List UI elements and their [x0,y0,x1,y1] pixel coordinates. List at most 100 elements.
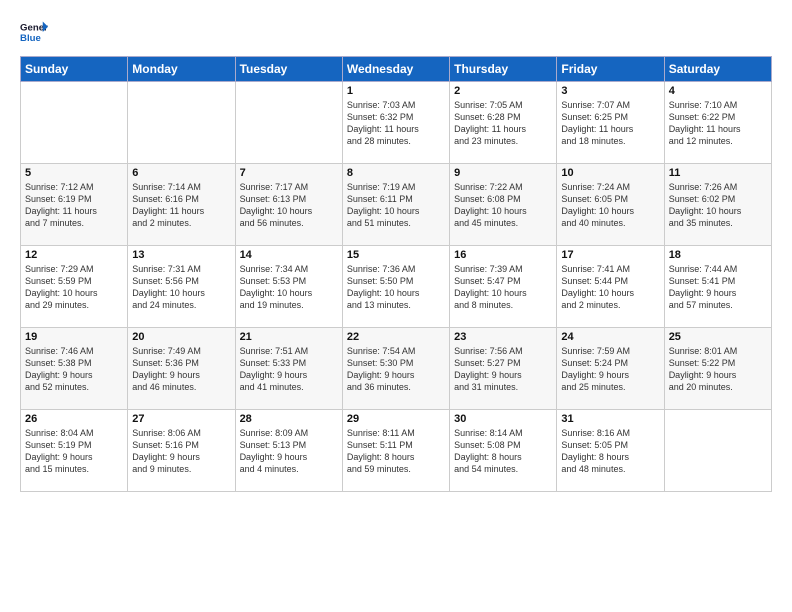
calendar-header: General Blue [20,18,772,46]
day-number: 16 [454,249,552,261]
calendar-cell: 7 Sunrise: 7:17 AM Sunset: 6:13 PM Daylig… [235,164,342,246]
cell-info: Sunrise: 7:03 AM Sunset: 6:32 PM Dayligh… [347,99,445,148]
calendar-cell: 28 Sunrise: 8:09 AM Sunset: 5:13 PM Dayli… [235,410,342,492]
cell-info: Sunrise: 7:41 AM Sunset: 5:44 PM Dayligh… [561,263,659,312]
calendar-cell [21,82,128,164]
cell-info: Sunrise: 7:17 AM Sunset: 6:13 PM Dayligh… [240,181,338,230]
weekday-thursday: Thursday [450,57,557,82]
day-number: 24 [561,331,659,343]
cell-info: Sunrise: 7:10 AM Sunset: 6:22 PM Dayligh… [669,99,767,148]
week-row-0: 1 Sunrise: 7:03 AM Sunset: 6:32 PM Daylig… [21,82,772,164]
cell-info: Sunrise: 7:31 AM Sunset: 5:56 PM Dayligh… [132,263,230,312]
calendar-cell: 23 Sunrise: 7:56 AM Sunset: 5:27 PM Dayli… [450,328,557,410]
day-number: 31 [561,413,659,425]
calendar-cell: 27 Sunrise: 8:06 AM Sunset: 5:16 PM Dayli… [128,410,235,492]
cell-info: Sunrise: 7:19 AM Sunset: 6:11 PM Dayligh… [347,181,445,230]
cell-info: Sunrise: 7:26 AM Sunset: 6:02 PM Dayligh… [669,181,767,230]
day-number: 26 [25,413,123,425]
cell-info: Sunrise: 8:04 AM Sunset: 5:19 PM Dayligh… [25,427,123,476]
calendar-cell: 17Sunrise: 7:41 AM Sunset: 5:44 PM Dayli… [557,246,664,328]
calendar-cell: 10Sunrise: 7:24 AM Sunset: 6:05 PM Dayli… [557,164,664,246]
day-number: 20 [132,331,230,343]
cell-info: Sunrise: 7:59 AM Sunset: 5:24 PM Dayligh… [561,345,659,394]
calendar-cell: 1 Sunrise: 7:03 AM Sunset: 6:32 PM Daylig… [342,82,449,164]
calendar-cell: 22Sunrise: 7:54 AM Sunset: 5:30 PM Dayli… [342,328,449,410]
week-row-2: 12Sunrise: 7:29 AM Sunset: 5:59 PM Dayli… [21,246,772,328]
weekday-sunday: Sunday [21,57,128,82]
calendar-cell: 14 Sunrise: 7:34 AM Sunset: 5:53 PM Dayli… [235,246,342,328]
day-number: 29 [347,413,445,425]
calendar-cell: 19Sunrise: 7:46 AM Sunset: 5:38 PM Dayli… [21,328,128,410]
cell-info: Sunrise: 8:11 AM Sunset: 5:11 PM Dayligh… [347,427,445,476]
week-row-3: 19Sunrise: 7:46 AM Sunset: 5:38 PM Dayli… [21,328,772,410]
calendar-cell: 9 Sunrise: 7:22 AM Sunset: 6:08 PM Daylig… [450,164,557,246]
calendar-cell: 3 Sunrise: 7:07 AM Sunset: 6:25 PM Daylig… [557,82,664,164]
cell-info: Sunrise: 7:49 AM Sunset: 5:36 PM Dayligh… [132,345,230,394]
calendar-cell: 16 Sunrise: 7:39 AM Sunset: 5:47 PM Dayli… [450,246,557,328]
day-number: 4 [669,85,767,97]
calendar-cell: 5 Sunrise: 7:12 AM Sunset: 6:19 PM Daylig… [21,164,128,246]
calendar-cell: 8 Sunrise: 7:19 AM Sunset: 6:11 PM Daylig… [342,164,449,246]
day-number: 2 [454,85,552,97]
cell-info: Sunrise: 7:39 AM Sunset: 5:47 PM Dayligh… [454,263,552,312]
week-row-4: 26 Sunrise: 8:04 AM Sunset: 5:19 PM Dayli… [21,410,772,492]
cell-info: Sunrise: 7:36 AM Sunset: 5:50 PM Dayligh… [347,263,445,312]
day-number: 10 [561,167,659,179]
day-number: 7 [240,167,338,179]
week-row-1: 5 Sunrise: 7:12 AM Sunset: 6:19 PM Daylig… [21,164,772,246]
calendar-cell: 24 Sunrise: 7:59 AM Sunset: 5:24 PM Dayli… [557,328,664,410]
day-number: 5 [25,167,123,179]
weekday-wednesday: Wednesday [342,57,449,82]
svg-text:Blue: Blue [20,33,41,44]
day-number: 28 [240,413,338,425]
day-number: 9 [454,167,552,179]
cell-info: Sunrise: 7:07 AM Sunset: 6:25 PM Dayligh… [561,99,659,148]
cell-info: Sunrise: 7:34 AM Sunset: 5:53 PM Dayligh… [240,263,338,312]
weekday-tuesday: Tuesday [235,57,342,82]
day-number: 21 [240,331,338,343]
cell-info: Sunrise: 7:46 AM Sunset: 5:38 PM Dayligh… [25,345,123,394]
calendar-cell: 25 Sunrise: 8:01 AM Sunset: 5:22 PM Dayli… [664,328,771,410]
cell-info: Sunrise: 7:22 AM Sunset: 6:08 PM Dayligh… [454,181,552,230]
calendar-cell [664,410,771,492]
day-number: 6 [132,167,230,179]
calendar-cell: 6 Sunrise: 7:14 AM Sunset: 6:16 PM Daylig… [128,164,235,246]
day-number: 25 [669,331,767,343]
cell-info: Sunrise: 8:01 AM Sunset: 5:22 PM Dayligh… [669,345,767,394]
calendar-cell: 31Sunrise: 8:16 AM Sunset: 5:05 PM Dayli… [557,410,664,492]
weekday-saturday: Saturday [664,57,771,82]
day-number: 3 [561,85,659,97]
cell-info: Sunrise: 7:05 AM Sunset: 6:28 PM Dayligh… [454,99,552,148]
calendar-cell: 29 Sunrise: 8:11 AM Sunset: 5:11 PM Dayli… [342,410,449,492]
day-number: 18 [669,249,767,261]
day-number: 22 [347,331,445,343]
cell-info: Sunrise: 8:14 AM Sunset: 5:08 PM Dayligh… [454,427,552,476]
day-number: 15 [347,249,445,261]
calendar-cell [128,82,235,164]
cell-info: Sunrise: 7:14 AM Sunset: 6:16 PM Dayligh… [132,181,230,230]
calendar-table: SundayMondayTuesdayWednesdayThursdayFrid… [20,56,772,492]
day-number: 13 [132,249,230,261]
calendar-cell: 26 Sunrise: 8:04 AM Sunset: 5:19 PM Dayli… [21,410,128,492]
day-number: 30 [454,413,552,425]
day-number: 8 [347,167,445,179]
cell-info: Sunrise: 7:12 AM Sunset: 6:19 PM Dayligh… [25,181,123,230]
day-number: 1 [347,85,445,97]
calendar-cell: 30 Sunrise: 8:14 AM Sunset: 5:08 PM Dayli… [450,410,557,492]
cell-info: Sunrise: 8:06 AM Sunset: 5:16 PM Dayligh… [132,427,230,476]
calendar-cell: 12Sunrise: 7:29 AM Sunset: 5:59 PM Dayli… [21,246,128,328]
logo-icon: General Blue [20,18,48,46]
day-number: 23 [454,331,552,343]
weekday-monday: Monday [128,57,235,82]
calendar-cell [235,82,342,164]
cell-info: Sunrise: 7:56 AM Sunset: 5:27 PM Dayligh… [454,345,552,394]
calendar-cell: 18Sunrise: 7:44 AM Sunset: 5:41 PM Dayli… [664,246,771,328]
calendar-cell: 4 Sunrise: 7:10 AM Sunset: 6:22 PM Daylig… [664,82,771,164]
calendar-cell: 15 Sunrise: 7:36 AM Sunset: 5:50 PM Dayli… [342,246,449,328]
day-number: 27 [132,413,230,425]
calendar-cell: 20 Sunrise: 7:49 AM Sunset: 5:36 PM Dayli… [128,328,235,410]
cell-info: Sunrise: 8:09 AM Sunset: 5:13 PM Dayligh… [240,427,338,476]
calendar-cell: 11Sunrise: 7:26 AM Sunset: 6:02 PM Dayli… [664,164,771,246]
weekday-header-row: SundayMondayTuesdayWednesdayThursdayFrid… [21,57,772,82]
day-number: 14 [240,249,338,261]
